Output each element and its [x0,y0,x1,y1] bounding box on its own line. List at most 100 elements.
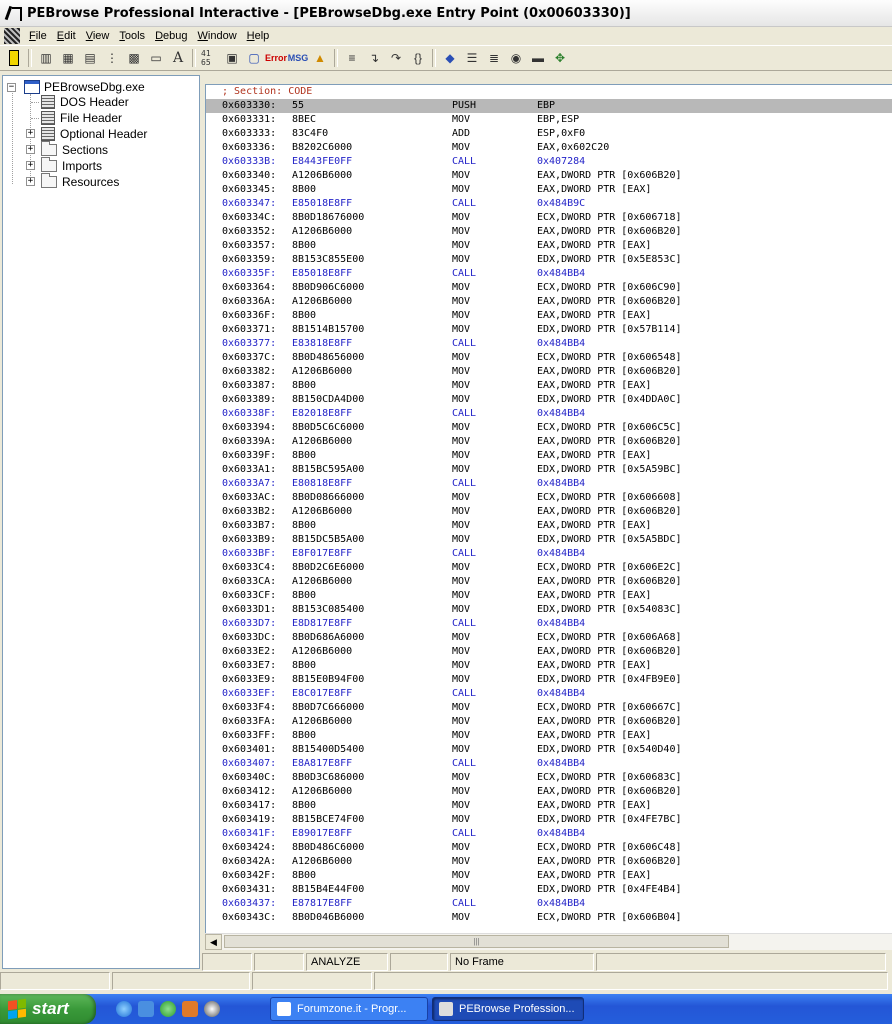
menu-tools[interactable]: Tools [114,30,150,42]
monitor-icon[interactable]: ▬ [529,49,547,67]
disasm-row[interactable]: 0x603347: E85018E8FF CALL 0x484B9C [206,197,892,211]
doc-icon[interactable]: ≡ [343,49,361,67]
disasm-row[interactable]: 0x603382: A1206B6000 MOV EAX,DWORD PTR [0x6… [206,365,892,379]
disasm-row[interactable]: 0x6033CF: 8B00 MOV EAX,DWORD PTR [EAX] [206,589,892,603]
hex-icon[interactable]: ▭ [147,49,165,67]
disasm-row[interactable]: 0x6033E2: A1206B6000 MOV EAX,DWORD PTR [0x6… [206,645,892,659]
disasm-row[interactable]: 0x603333: 83C4F0 ADD ESP,0xF0 [206,127,892,141]
disasm-row[interactable]: 0x603377: E83818E8FF CALL 0x484BB4 [206,337,892,351]
tree-node-root[interactable]: − PEBrowseDbg.exe [7,79,145,95]
open-icon[interactable] [5,49,23,67]
step-out-icon[interactable]: {} [409,49,427,67]
disasm-row[interactable]: 0x6033AC: 8B0D08666000 MOV ECX,DWORD PTR [0… [206,491,892,505]
disasm-row[interactable]: 0x603357: 8B00 MOV EAX,DWORD PTR [EAX] [206,239,892,253]
disasm-row[interactable]: 0x603419: 8B15BCE74F00 MOV EDX,DWORD PTR [0… [206,813,892,827]
disasm-row[interactable]: 0x6033EF: E8C017E8FF CALL 0x484BB4 [206,687,892,701]
disasm-row[interactable]: 0x603359: 8B153C855E00 MOV EDX,DWORD PTR [0… [206,253,892,267]
chart-icon[interactable]: ▥ [37,49,55,67]
tree-icon[interactable]: ⋮ [103,49,121,67]
disasm-row[interactable]: 0x603401: 8B15400D5400 MOV EDX,DWORD PTR [0… [206,743,892,757]
menu-help[interactable]: Help [242,30,275,42]
taskbar-button-forumzone[interactable]: Forumzone.it - Progr... [270,997,428,1021]
outlook-icon[interactable] [138,1001,154,1017]
disasm-row[interactable]: 0x6033CA: A1206B6000 MOV EAX,DWORD PTR [0x6… [206,575,892,589]
disasm-row[interactable]: 0x6033B9: 8B15DC5B5A00 MOV EDX,DWORD PTR [0… [206,533,892,547]
disasm-row[interactable]: 0x6033A7: E80818E8FF CALL 0x484BB4 [206,477,892,491]
tree-node-optional-header[interactable]: Optional Header [41,126,147,142]
disasm-row[interactable]: 0x603331: 8BEC MOV EBP,ESP [206,113,892,127]
disasm-row[interactable]: 0x60342F: 8B00 MOV EAX,DWORD PTR [EAX] [206,869,892,883]
title-bar[interactable]: PEBrowse Professional Interactive - [PEB… [0,0,892,27]
messenger-icon[interactable] [160,1001,176,1017]
scroll-left-icon[interactable]: ◀ [205,934,222,950]
disasm-row[interactable]: 0x60335F: E85018E8FF CALL 0x484BB4 [206,267,892,281]
scroll-thumb[interactable]: ||| [224,935,729,948]
disasm-row[interactable]: 0x603387: 8B00 MOV EAX,DWORD PTR [EAX] [206,379,892,393]
disasm-row[interactable]: 0x6033FA: A1206B6000 MOV EAX,DWORD PTR [0x6… [206,715,892,729]
tag-icon[interactable]: ◆ [441,49,459,67]
disasm-row[interactable]: 0x60333B: E8443FE0FF CALL 0x407284 [206,155,892,169]
menu-view[interactable]: View [81,30,115,42]
disasm-row[interactable]: 0x60336A: A1206B6000 MOV EAX,DWORD PTR [0x6… [206,295,892,309]
disasm-row[interactable]: 0x60340C: 8B0D3C686000 MOV ECX,DWORD PTR [0… [206,771,892,785]
disk-icon[interactable]: ◉ [507,49,525,67]
disasm-row[interactable]: 0x603407: E8A817E8FF CALL 0x484BB4 [206,757,892,771]
modules-icon[interactable]: ✥ [551,49,569,67]
collapse-icon[interactable]: − [7,82,16,92]
disasm-row[interactable]: 0x603340: A1206B6000 MOV EAX,DWORD PTR [0x6… [206,169,892,183]
expand-icon[interactable]: + [26,145,35,154]
disasm-row[interactable]: 0x6033DC: 8B0D686A6000 MOV ECX,DWORD PTR [0… [206,631,892,645]
menu-file[interactable]: File [24,30,52,42]
disasm-row[interactable]: 0x6033B7: 8B00 MOV EAX,DWORD PTR [EAX] [206,519,892,533]
horizontal-scrollbar[interactable]: ◀ ||| [205,933,892,950]
tree-node-resources[interactable]: Resources [41,173,119,190]
disasm-row[interactable]: 0x6033FF: 8B00 MOV EAX,DWORD PTR [EAX] [206,729,892,743]
disasm-row[interactable]: 0x603330: 55 PUSH EBP [206,99,892,113]
start-button[interactable]: start [0,994,96,1024]
expand-icon[interactable]: + [26,161,35,170]
disasm-row[interactable]: 0x60339F: 8B00 MOV EAX,DWORD PTR [EAX] [206,449,892,463]
disasm-row[interactable]: 0x603417: 8B00 MOV EAX,DWORD PTR [EAX] [206,799,892,813]
menu-window[interactable]: Window [193,30,242,42]
tree-node-sections[interactable]: Sections [41,141,108,158]
disasm-row[interactable]: 0x603431: 8B15B4E44F00 MOV EDX,DWORD PTR [0… [206,883,892,897]
disasm-row[interactable]: 0x60341F: E89017E8FF CALL 0x484BB4 [206,827,892,841]
disasm-row[interactable]: 0x603424: 8B0D486C6000 MOV ECX,DWORD PTR [0… [206,841,892,855]
expand-icon[interactable]: + [26,177,35,186]
disasm-row[interactable]: 0x603371: 8B1514B15700 MOV EDX,DWORD PTR [0… [206,323,892,337]
disasm-row[interactable]: 0x603336: B8202C6000 MOV EAX,0x602C20 [206,141,892,155]
list2-icon[interactable]: ≣ [485,49,503,67]
disassembly-view[interactable]: ; Section: CODE 0x603330: 55 PUSH EBP 0x6033… [205,84,892,933]
disasm-row[interactable]: 0x60338F: E82018E8FF CALL 0x484BB4 [206,407,892,421]
copy-icon[interactable]: ▢ [245,49,263,67]
disasm-row[interactable]: 0x60342A: A1206B6000 MOV EAX,DWORD PTR [0x6… [206,855,892,869]
step-over-icon[interactable]: ↷ [387,49,405,67]
disasm-row[interactable]: 0x6033BF: E8F017E8FF CALL 0x484BB4 [206,547,892,561]
app-icon[interactable] [182,1001,198,1017]
ie-icon[interactable] [116,1001,132,1017]
grid-icon[interactable]: ▦ [59,49,77,67]
taskbar-button-pebrowse[interactable]: PEBrowse Profession... [432,997,584,1021]
clock-icon[interactable] [204,1001,220,1017]
tree-node-dos-header[interactable]: DOS Header [41,94,129,110]
disasm-row[interactable]: 0x6033E7: 8B00 MOV EAX,DWORD PTR [EAX] [206,659,892,673]
disasm-row[interactable]: 0x6033C4: 8B0D2C6E6000 MOV ECX,DWORD PTR [0… [206,561,892,575]
disasm-row[interactable]: 0x603437: E87817E8FF CALL 0x484BB4 [206,897,892,911]
list-icon[interactable]: ☰ [463,49,481,67]
disasm-row[interactable]: 0x60343C: 8B0D046B6000 MOV ECX,DWORD PTR [0… [206,911,892,925]
disasm-row[interactable]: 0x603352: A1206B6000 MOV EAX,DWORD PTR [0x6… [206,225,892,239]
expand-icon[interactable]: + [26,129,35,138]
tree-node-file-header[interactable]: File Header [41,110,122,126]
disasm-row[interactable]: 0x60339A: A1206B6000 MOV EAX,DWORD PTR [0x6… [206,435,892,449]
error-icon[interactable]: Error [265,49,287,67]
disasm-row[interactable]: 0x6033D7: E8D817E8FF CALL 0x484BB4 [206,617,892,631]
tree-node-imports[interactable]: Imports [41,157,102,174]
disasm-row[interactable]: 0x603345: 8B00 MOV EAX,DWORD PTR [EAX] [206,183,892,197]
disasm-row[interactable]: 0x6033D1: 8B153C085400 MOV EDX,DWORD PTR [0… [206,603,892,617]
disasm-row[interactable]: 0x6033B2: A1206B6000 MOV EAX,DWORD PTR [0x6… [206,505,892,519]
disasm-row[interactable]: 0x60334C: 8B0D18676000 MOV ECX,DWORD PTR [0… [206,211,892,225]
disasm-row[interactable]: 0x603389: 8B150CDA4D00 MOV EDX,DWORD PTR [0… [206,393,892,407]
font-icon[interactable]: A [169,49,187,67]
print-icon[interactable]: ▤ [81,49,99,67]
disasm-row[interactable]: 0x603364: 8B0D906C6000 MOV ECX,DWORD PTR [0… [206,281,892,295]
